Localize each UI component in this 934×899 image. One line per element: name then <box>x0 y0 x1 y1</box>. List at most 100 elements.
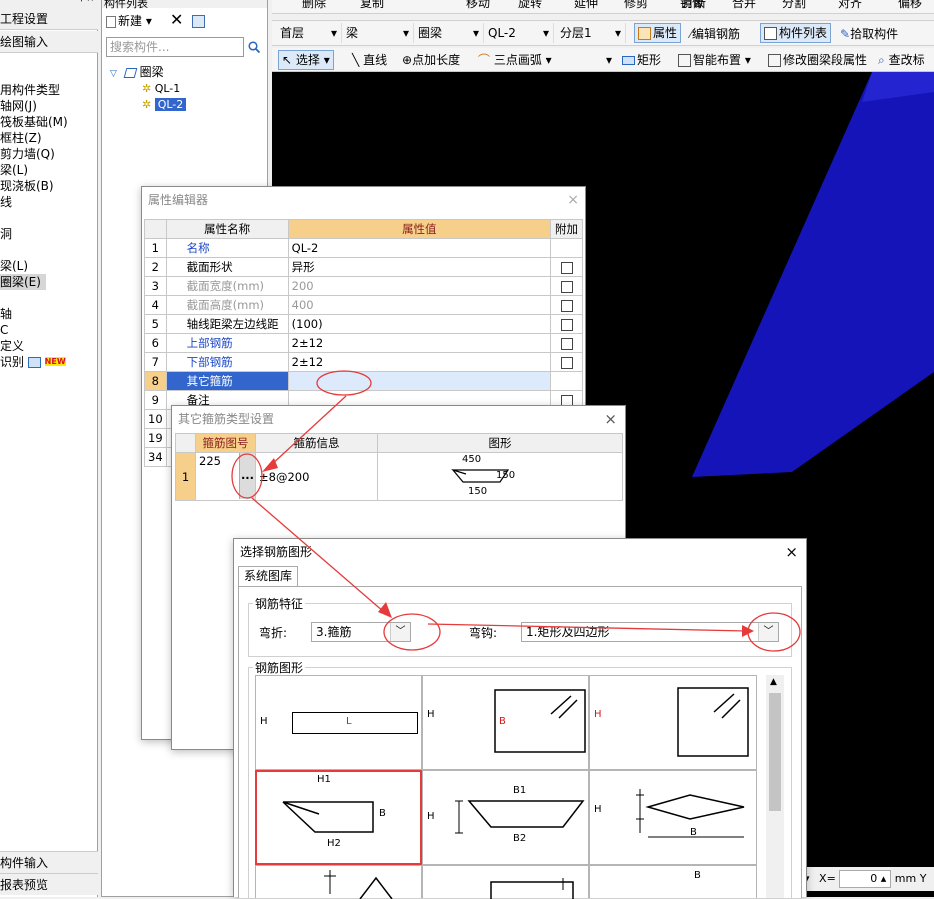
tree-item[interactable]: C <box>0 322 98 338</box>
tree-item[interactable]: 梁(L) <box>0 258 98 274</box>
table-row[interactable]: 2 截面形状 异形 <box>144 257 583 277</box>
align-button[interactable]: 对齐 <box>838 0 862 13</box>
tree-item[interactable]: 现浇板(B) <box>0 178 98 194</box>
x-input[interactable]: 0 ▴ <box>839 870 892 888</box>
tree-item[interactable]: 剪力墙(Q) <box>0 146 98 162</box>
merge-button[interactable]: 合并 <box>732 0 756 13</box>
dropdown-icon[interactable]: ▾ <box>606 50 612 70</box>
extra-checkbox[interactable] <box>560 261 573 274</box>
tree-item[interactable]: 用构件类型 <box>0 82 98 98</box>
shape-scrollbar[interactable]: ▲ <box>766 675 784 898</box>
new-component-button[interactable]: 新建 ▾ <box>106 11 152 31</box>
edit-rebar-button[interactable]: ⁄编辑钢筋 <box>690 24 740 44</box>
tree-item[interactable]: 定义 <box>0 338 98 354</box>
property-value[interactable]: 200 <box>287 276 552 296</box>
extend-button[interactable]: 延伸 <box>574 0 598 13</box>
property-value[interactable] <box>287 371 552 391</box>
copy-icon[interactable] <box>192 11 207 31</box>
stirrup-code-cell[interactable]: 225 ... <box>195 452 256 501</box>
check-label-button[interactable]: ⌕ 查改标 <box>878 50 925 70</box>
close-icon[interactable]: × <box>604 406 617 432</box>
component-list-button[interactable]: 构件列表 <box>760 23 832 43</box>
table-row[interactable]: 3 截面宽度(mm) 200 <box>144 276 583 296</box>
property-value[interactable]: QL-2 <box>287 238 552 258</box>
table-row[interactable]: 7 下部钢筋 2±12 <box>144 352 583 372</box>
table-row[interactable]: 4 截面高度(mm) 400 <box>144 295 583 315</box>
extra-checkbox[interactable] <box>560 299 573 312</box>
copy-button[interactable]: 复制 <box>360 0 384 13</box>
bend-select[interactable]: 3.箍筋 ﹀ <box>311 622 411 642</box>
property-value[interactable]: (100) <box>287 314 552 334</box>
tree-item[interactable]: 洞 <box>0 226 98 242</box>
tree-item[interactable]: 筏板基础(M) <box>0 114 98 130</box>
tree-item[interactable]: 轴网(J) <box>0 98 98 114</box>
modify-ring-beam-button[interactable]: 修改圈梁段属性 <box>768 50 867 70</box>
shape-option-selected[interactable]: H1 B H2 <box>255 770 422 865</box>
tree-item-selected[interactable]: 圈梁(E) <box>0 274 46 290</box>
move-button[interactable]: 移动 <box>466 0 490 13</box>
stirrup-info[interactable]: ±8@200 <box>255 452 378 501</box>
rotate-button[interactable]: 旋转 <box>518 0 542 13</box>
shape-option[interactable] <box>422 865 589 899</box>
chevron-down-icon[interactable]: ﹀ <box>758 623 778 641</box>
subtype-select[interactable]: 圈梁 ▾ <box>414 23 484 43</box>
pick-component-button[interactable]: ✎拾取构件 <box>840 24 898 44</box>
table-row[interactable]: 1 名称 QL-2 <box>144 238 583 258</box>
point-length-button[interactable]: ⊕点加长度 <box>402 50 460 70</box>
component-select[interactable]: QL-2 ▾ <box>484 23 554 43</box>
scroll-up-icon[interactable]: ▲ <box>770 677 777 687</box>
extra-checkbox[interactable] <box>560 318 573 331</box>
rectangle-button[interactable]: 矩形 <box>622 50 661 70</box>
search-icon[interactable] <box>248 41 261 54</box>
property-value[interactable]: 2±12 <box>287 352 552 372</box>
hook-select[interactable]: 1.矩形及四边形 ﹀ <box>521 622 779 642</box>
tree-item[interactable] <box>0 290 98 306</box>
delete-button[interactable]: 删除 <box>302 0 326 13</box>
property-value[interactable]: 异形 <box>287 257 552 277</box>
pin-icon[interactable]: † × <box>79 0 94 4</box>
table-row[interactable]: 1 225 ... ±8@200 450 150 150 <box>175 452 623 501</box>
select-button[interactable]: ↖ 选择 ▾ <box>278 50 334 70</box>
delete-icon[interactable]: ✕ <box>170 10 183 30</box>
shape-option[interactable]: H <box>589 675 757 770</box>
layer-select[interactable]: 分层1 ▾ <box>556 23 626 43</box>
extra-checkbox[interactable] <box>560 280 573 293</box>
tree-item-recognize[interactable]: 识别 NEW <box>0 354 98 370</box>
close-icon[interactable]: × <box>567 187 579 213</box>
smart-layout-button[interactable]: 智能布置 ▾ <box>678 50 751 70</box>
property-value[interactable]: 400 <box>287 295 552 315</box>
floor-select[interactable]: 首层 ▾ <box>280 23 342 43</box>
tree-item[interactable] <box>0 242 98 258</box>
ellipsis-button[interactable]: ... <box>239 453 255 499</box>
shape-option[interactable]: B <box>589 865 757 898</box>
shape-option[interactable] <box>255 865 422 899</box>
table-row[interactable]: 6 上部钢筋 2±12 <box>144 333 583 353</box>
line-button[interactable]: ╲ 直线 <box>352 50 387 70</box>
shape-option[interactable]: H L <box>255 675 422 770</box>
nav-bottom-report-preview[interactable]: 报表预览 <box>0 873 98 895</box>
property-value[interactable]: 2±12 <box>287 333 552 353</box>
shape-option[interactable]: H B1 B2 <box>422 770 589 865</box>
tab-system-library[interactable]: 系统图库 <box>238 566 298 586</box>
chevron-down-icon[interactable]: ▽ <box>110 69 117 79</box>
extra-checkbox[interactable] <box>560 356 573 369</box>
nav-bottom-component-input[interactable]: 构件输入 <box>0 851 98 873</box>
tree-root[interactable]: ▽ 圈梁 <box>110 63 260 81</box>
tree-child[interactable]: ✲ QL-1 <box>110 81 260 97</box>
properties-button[interactable]: 属性 <box>634 23 682 43</box>
table-row-selected[interactable]: 8 其它箍筋 <box>144 371 583 391</box>
offset-button[interactable]: 偏移 <box>898 0 922 13</box>
chevron-down-icon[interactable]: ﹀ <box>390 623 410 641</box>
shape-option[interactable]: H B <box>422 675 589 770</box>
scroll-thumb[interactable] <box>769 693 781 811</box>
shape-option[interactable]: H B <box>589 770 757 865</box>
nav-item-project-settings[interactable]: 工程设置 <box>0 8 98 30</box>
nav-item-drawing-input[interactable]: 绘图输入 <box>0 31 98 53</box>
search-input[interactable]: 搜索构件... <box>106 37 244 57</box>
tree-item[interactable]: 轴 <box>0 306 98 322</box>
close-icon[interactable]: × <box>785 539 798 565</box>
tree-item[interactable]: 框柱(Z) <box>0 130 98 146</box>
tree-item[interactable]: 梁(L) <box>0 162 98 178</box>
tree-child-selected[interactable]: ✲ QL-2 <box>110 97 260 113</box>
break-button[interactable]: 打断 <box>682 0 706 13</box>
